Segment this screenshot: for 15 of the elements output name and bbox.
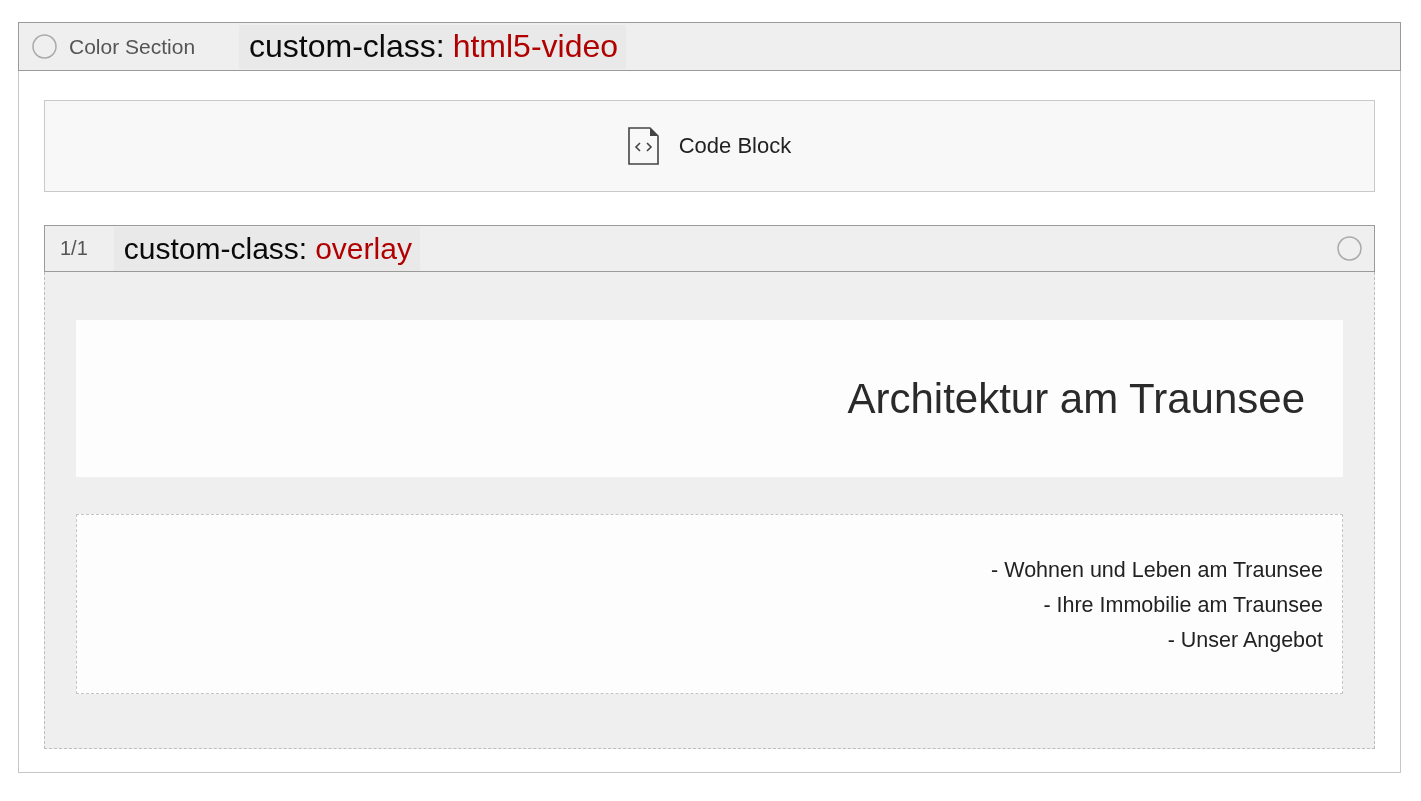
text-line: - Unser Angebot (1167, 627, 1323, 654)
text-line: - Ihre Immobilie am Traunsee (1043, 592, 1323, 619)
code-block[interactable]: Code Block (44, 100, 1375, 192)
annotation-value: html5-video (452, 28, 619, 65)
code-file-icon (627, 127, 659, 165)
column-count: 1/1 (60, 237, 88, 260)
text-line: - Wohnen und Leben am Traunsee (991, 557, 1323, 584)
section-label: Color Section (69, 34, 196, 59)
selection-circle[interactable] (1337, 236, 1362, 261)
annotation-key: custom-class: (249, 28, 445, 65)
selection-circle[interactable] (32, 34, 57, 59)
annotation-value: overlay (315, 231, 412, 266)
code-block-label: Code Block (678, 133, 792, 159)
heading-text: Architektur am Traunsee (847, 374, 1305, 423)
annotation-key: custom-class: (123, 231, 308, 266)
